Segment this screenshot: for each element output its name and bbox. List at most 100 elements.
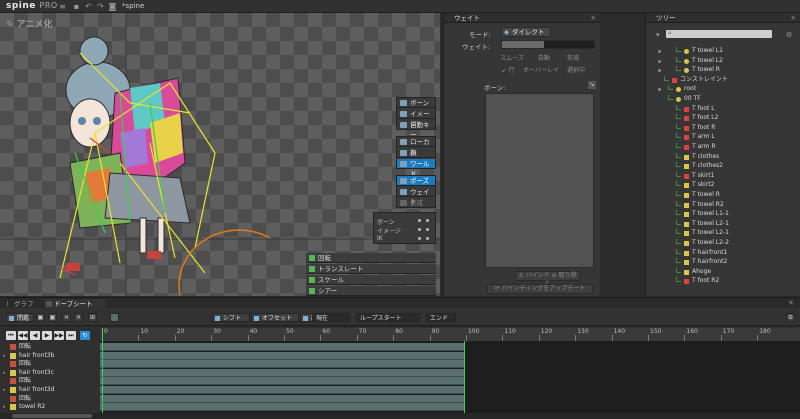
prune-button[interactable]: 剪減 xyxy=(560,54,586,64)
expand-icon[interactable]: ▸ xyxy=(3,352,6,360)
expand-icon[interactable]: ▸ xyxy=(3,403,6,411)
close-icon[interactable]: ✕ xyxy=(788,299,794,307)
skip-end-icon[interactable]: ⏭ xyxy=(66,331,76,340)
vis-toggle[interactable] xyxy=(418,219,421,222)
tree-item[interactable]: T towel R xyxy=(656,66,796,75)
vis-toggle[interactable] xyxy=(418,228,421,231)
delete-icon[interactable]: ✕ xyxy=(74,313,83,322)
close-icon[interactable]: ✕ xyxy=(791,13,796,23)
tree-item[interactable]: T skirt2 xyxy=(656,181,796,190)
tree-item[interactable]: T towel R2 xyxy=(656,200,796,210)
bone-picker-icon[interactable]: ↘ xyxy=(588,81,596,89)
track-row[interactable] xyxy=(100,403,464,412)
tree-item[interactable]: T towel R xyxy=(656,191,796,200)
tree-item[interactable]: T towel L1-1 xyxy=(656,210,796,219)
tree-item[interactable]: T hairfront2 xyxy=(656,258,796,267)
selection-only-button[interactable]: 選択中 xyxy=(562,66,590,76)
open-button[interactable]: 閉鑑 xyxy=(6,313,34,322)
axis-world-button[interactable]: ワールド xyxy=(397,159,435,178)
pose-tool-button[interactable]: ポーズ xyxy=(397,176,435,186)
key-select-icon[interactable] xyxy=(110,313,119,322)
tree-item[interactable]: T arm L xyxy=(656,133,796,142)
visibility-icon[interactable] xyxy=(658,50,661,53)
rotate-tool[interactable]: 回転 xyxy=(306,253,436,263)
loop-icon[interactable]: ↻ xyxy=(80,331,90,340)
track-row[interactable] xyxy=(100,360,464,369)
redo-icon[interactable]: ↷ xyxy=(96,2,105,11)
update-binding-button[interactable]: ⟳ バインディングをアップデート xyxy=(487,284,593,294)
autokey-tool-button[interactable]: 自動キー xyxy=(397,120,435,139)
tree-item[interactable]: Ahoge xyxy=(656,267,796,277)
mode-select[interactable]: ◆ ダイレクト xyxy=(501,27,551,37)
undo-icon[interactable]: ↶ xyxy=(84,2,93,11)
filter-icon[interactable]: ▾ xyxy=(656,31,660,39)
track-row[interactable] xyxy=(100,368,464,377)
viewport[interactable]: ✎ アニメ化 ボーン イメージ 自動キー ローカル 親 ワールド ポーズ ウェイ… xyxy=(0,13,440,296)
end-field[interactable]: エンド xyxy=(426,313,456,322)
tree-item[interactable]: T towel L2-1 xyxy=(656,229,796,238)
track-area[interactable] xyxy=(100,341,800,413)
tree-item[interactable]: T towel L2-2 xyxy=(656,239,796,248)
tree-item[interactable]: コンストレイント xyxy=(656,75,796,85)
tree-item[interactable]: T skirt1 xyxy=(656,171,796,181)
settings-icon[interactable]: ⚙ xyxy=(786,313,795,322)
save-icon[interactable]: ▪ xyxy=(72,2,81,11)
translate-tool[interactable]: トランスレート xyxy=(306,264,436,274)
weights-tool-button[interactable]: ウェイト xyxy=(397,187,435,206)
axis-parent-button[interactable]: 親 xyxy=(397,148,435,158)
lock-button[interactable]: ↙ 行 xyxy=(496,66,520,76)
tree-item[interactable]: T foot L2 xyxy=(656,114,796,123)
track-label-row[interactable]: ▸ hair front3d xyxy=(0,386,100,394)
scale-tool[interactable]: スケール xyxy=(306,275,436,285)
paste-icon[interactable]: ▣ xyxy=(48,313,57,322)
tree-item[interactable]: 00 TF xyxy=(656,95,796,104)
tree-item[interactable]: T clothes xyxy=(656,152,796,162)
filter-icon[interactable]: ⊞ xyxy=(88,313,97,322)
track-row[interactable] xyxy=(100,386,464,394)
track-label-row[interactable]: 回転 xyxy=(0,343,100,351)
playhead[interactable] xyxy=(102,328,103,413)
loop-start-field[interactable]: ループスタート xyxy=(356,313,420,322)
image-tool-button[interactable]: イメージ xyxy=(397,109,435,128)
visibility-icon[interactable] xyxy=(658,69,661,73)
menu-icon[interactable]: ≡ xyxy=(58,2,67,11)
create-tool-button[interactable]: 作成 xyxy=(397,198,435,208)
track-row[interactable] xyxy=(100,343,464,351)
bind-button[interactable]: ⚓ バインド ⊖ 取り除く xyxy=(515,271,580,287)
tree-item[interactable]: T towel L2 xyxy=(656,56,796,66)
track-label-row[interactable]: ▸ towel R2 xyxy=(0,403,100,411)
track-label-row[interactable]: 回転 xyxy=(0,377,100,385)
expand-icon[interactable]: ▸ xyxy=(3,386,6,394)
tree-item[interactable]: T hairfront1 xyxy=(656,248,796,258)
copy-icon[interactable]: ▣ xyxy=(36,313,45,322)
skip-start-icon[interactable]: ⏮ xyxy=(6,331,16,340)
weights-bone-list[interactable] xyxy=(485,93,594,268)
bone-tool-button[interactable]: ボーン xyxy=(397,98,435,108)
vis-toggle[interactable] xyxy=(426,237,429,240)
track-row[interactable] xyxy=(100,377,464,386)
track-label-row[interactable]: 回転 xyxy=(0,360,100,368)
key-icon[interactable]: ⌗ xyxy=(62,313,71,322)
next-key-icon[interactable]: ▶▶ xyxy=(54,331,64,340)
close-icon[interactable]: ✕ xyxy=(591,13,596,23)
track-label-row[interactable]: ▸ hair front3c xyxy=(0,369,100,377)
visibility-icon[interactable] xyxy=(658,59,661,63)
prev-key-icon[interactable]: ◀◀ xyxy=(18,331,28,340)
vis-toggle[interactable] xyxy=(426,228,429,231)
shear-tool[interactable]: シアー xyxy=(306,286,436,296)
scrollbar-thumb[interactable] xyxy=(12,414,92,418)
tree-item[interactable]: T clothes2 xyxy=(656,162,796,171)
play-icon[interactable]: ▶ xyxy=(42,331,52,340)
tree-item[interactable]: T towel L2-1 xyxy=(656,219,796,229)
settings-icon[interactable]: ⚙ xyxy=(786,31,792,39)
visibility-icon[interactable] xyxy=(658,88,661,92)
overlay-button[interactable]: オーバーレイ xyxy=(522,66,560,76)
play-reverse-icon[interactable]: ◀ xyxy=(30,331,40,340)
track-label-row[interactable]: 回転 xyxy=(0,395,100,403)
expand-icon[interactable]: ▸ xyxy=(3,369,6,377)
vis-toggle[interactable] xyxy=(426,219,429,222)
vis-toggle[interactable] xyxy=(418,237,421,240)
shift-button[interactable]: シフト xyxy=(212,313,250,322)
offset-button[interactable]: オフセット xyxy=(251,313,299,322)
axis-local-button[interactable]: ローカル xyxy=(397,137,435,156)
